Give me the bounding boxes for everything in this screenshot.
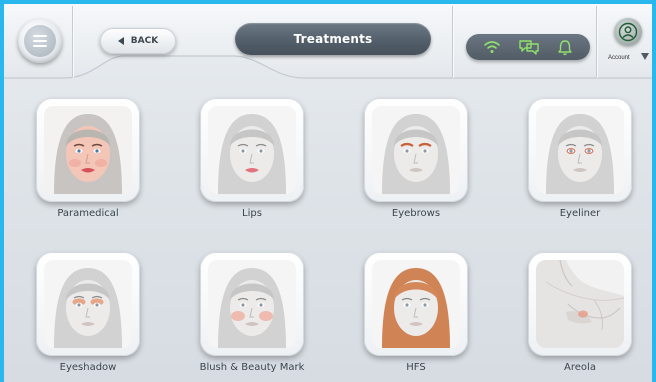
page-title: Treatments (235, 23, 431, 55)
treatment-label: Paramedical (57, 208, 119, 219)
bell-icon[interactable] (557, 39, 573, 56)
paramedical-face-image (44, 106, 132, 194)
back-button[interactable]: BACK (100, 28, 176, 54)
blush-face-image (208, 260, 296, 348)
treatment-label: Eyeliner (559, 208, 601, 219)
treatment-label: Lips (242, 208, 262, 219)
back-button-label: BACK (130, 36, 159, 46)
header-divider (452, 6, 453, 78)
treatment-tile-eyeliner[interactable]: Eyeliner (528, 98, 632, 219)
header-divider (596, 6, 597, 78)
treatment-label: HFS (406, 362, 426, 373)
eyeshadow-face-image (44, 260, 132, 348)
hamburger-menu-icon (24, 25, 56, 57)
treatment-tile-areola[interactable]: Areola (528, 252, 632, 373)
chevron-down-icon[interactable] (641, 53, 649, 60)
user-icon (618, 22, 638, 42)
account-button[interactable] (614, 18, 642, 46)
treatment-tile-lips[interactable]: Lips (200, 98, 304, 219)
lips-face-image (208, 106, 296, 194)
menu-button[interactable] (18, 19, 62, 63)
treatment-tile-hfs[interactable]: HFS (364, 252, 468, 373)
wifi-icon[interactable] (483, 40, 501, 54)
treatment-tile-blush-beauty-mark[interactable]: Blush & Beauty Mark (200, 252, 304, 373)
chat-icon[interactable] (518, 39, 540, 55)
areola-body-image (536, 260, 624, 348)
back-arrow-icon (117, 37, 124, 45)
eyebrows-face-image (372, 106, 460, 194)
treatment-label: Blush & Beauty Mark (199, 362, 305, 373)
treatment-label: Eyeshadow (59, 362, 117, 373)
treatment-tile-eyeshadow[interactable]: Eyeshadow (36, 252, 140, 373)
app-frame: BACK Treatments Account Paramedical Lips… (4, 4, 652, 382)
eyeliner-face-image (536, 106, 624, 194)
header-divider (72, 6, 73, 78)
top-bar: BACK Treatments Account (4, 4, 652, 82)
treatment-tile-eyebrows[interactable]: Eyebrows (364, 98, 468, 219)
hfs-face-image (372, 260, 460, 348)
account-label[interactable]: Account (608, 55, 630, 61)
status-bar (466, 34, 590, 60)
treatment-label: Areola (564, 362, 596, 373)
treatment-tile-paramedical[interactable]: Paramedical (36, 98, 140, 219)
treatment-label: Eyebrows (391, 208, 441, 219)
